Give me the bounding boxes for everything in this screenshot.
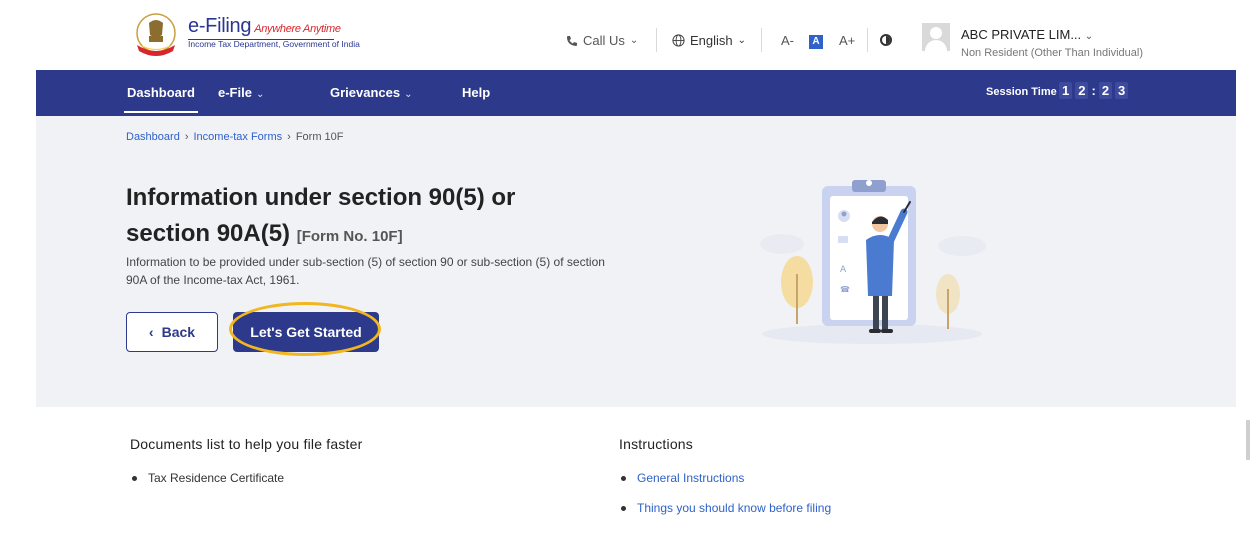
documents-list: Tax Residence Certificate — [130, 471, 284, 501]
logo-underline — [188, 39, 334, 40]
breadcrumb-current: Form 10F — [295, 131, 344, 143]
things-to-know-link[interactable]: Things you should know before filing — [619, 501, 831, 531]
globe-icon — [672, 34, 685, 47]
instructions-list: General Instructions Things you should k… — [619, 471, 831, 531]
national-emblem-logo[interactable] — [132, 11, 180, 59]
nav-help-label: Help — [462, 85, 491, 100]
nav-help[interactable]: Help — [462, 85, 490, 100]
page-title: Information under section 90(5) or secti… — [126, 180, 596, 255]
instructions-title: Instructions — [619, 436, 693, 452]
form-number: [Form No. 10F] — [296, 228, 403, 245]
nav-grievances[interactable]: Grievances ⌄ — [330, 85, 413, 100]
lets-get-started-button[interactable]: Let's Get Started — [233, 312, 379, 352]
general-instructions-link[interactable]: General Instructions — [619, 471, 831, 501]
user-menu[interactable]: ABC PRIVATE LIM... ⌄ — [961, 27, 1093, 42]
chevron-left-icon: ‹ — [148, 324, 154, 340]
nav-grievances-label: Grievances — [330, 85, 401, 100]
svg-text:A: A — [840, 265, 847, 275]
back-button[interactable]: ‹ Back — [126, 312, 218, 352]
list-item: Tax Residence Certificate — [130, 471, 284, 501]
logo-title: e-Filing — [188, 15, 252, 37]
form-hero-panel: Dashboard › Income-tax Forms › Form 10F … — [36, 116, 1236, 407]
form-filling-illustration: A ☎ — [760, 180, 986, 344]
chevron-down-icon: ⌄ — [737, 35, 747, 46]
language-dropdown[interactable]: English ⌄ — [672, 33, 746, 48]
nav-efile-label: e-File — [218, 85, 252, 100]
chevron-down-icon: ⌄ — [255, 89, 265, 100]
chevron-down-icon: ⌄ — [1084, 31, 1094, 42]
chevron-right-icon: › — [287, 131, 291, 143]
timer-colon: : — [1091, 83, 1096, 98]
nav-efile[interactable]: e-File ⌄ — [218, 85, 264, 100]
nav-dashboard[interactable]: Dashboard — [124, 85, 198, 113]
breadcrumb-dashboard[interactable]: Dashboard — [126, 131, 180, 143]
increase-font-button[interactable]: A+ — [839, 33, 855, 48]
divider — [656, 28, 657, 52]
session-digit: 2 — [1075, 82, 1089, 99]
session-digit: 1 — [1059, 82, 1073, 99]
logo-subtitle: Income Tax Department, Government of Ind… — [188, 39, 360, 49]
main-navbar: Dashboard e-File ⌄ Grievances ⌄ Help Sessi… — [36, 70, 1236, 116]
user-avatar[interactable] — [922, 23, 950, 51]
call-us-dropdown[interactable]: Call Us ⌄ — [566, 33, 638, 48]
logo-tagline: Anywhere Anytime — [254, 23, 341, 35]
user-type: Non Resident (Other Than Individual) — [961, 47, 1144, 59]
efiling-logo-text[interactable]: e-Filing Anywhere Anytime Income Tax Depa… — [188, 15, 360, 49]
session-timer: 1 2 : 2 3 — [1059, 82, 1129, 99]
contrast-toggle-icon[interactable] — [880, 34, 892, 46]
page-description: Information to be provided under sub-sec… — [126, 255, 605, 287]
divider — [761, 28, 762, 52]
svg-text:☎: ☎ — [840, 285, 850, 294]
breadcrumb-income-tax-forms[interactable]: Income-tax Forms — [194, 131, 283, 143]
top-header: e-Filing Anywhere Anytime Income Tax Depa… — [0, 0, 1250, 70]
nav-dashboard-label: Dashboard — [127, 85, 195, 100]
back-button-label: Back — [161, 324, 196, 340]
phone-icon — [567, 35, 577, 46]
breadcrumb: Dashboard › Income-tax Forms › Form 10F — [126, 131, 344, 143]
language-label: English — [690, 33, 733, 48]
decrease-font-button[interactable]: A- — [781, 33, 794, 48]
start-button-label: Let's Get Started — [250, 324, 362, 340]
divider — [867, 28, 868, 52]
chevron-down-icon: ⌄ — [404, 89, 413, 100]
call-us-label: Call Us — [583, 33, 625, 48]
session-digit: 2 — [1098, 82, 1113, 99]
chevron-down-icon: ⌄ — [629, 35, 639, 46]
documents-list-title: Documents list to help you file faster — [130, 436, 363, 452]
user-name: ABC PRIVATE LIM... — [961, 27, 1082, 42]
session-time-label: Session Time — [986, 86, 1057, 98]
scrollbar[interactable] — [1246, 420, 1250, 460]
chevron-right-icon: › — [184, 131, 189, 143]
default-font-button[interactable]: A — [809, 35, 823, 49]
session-digit: 3 — [1115, 82, 1129, 99]
